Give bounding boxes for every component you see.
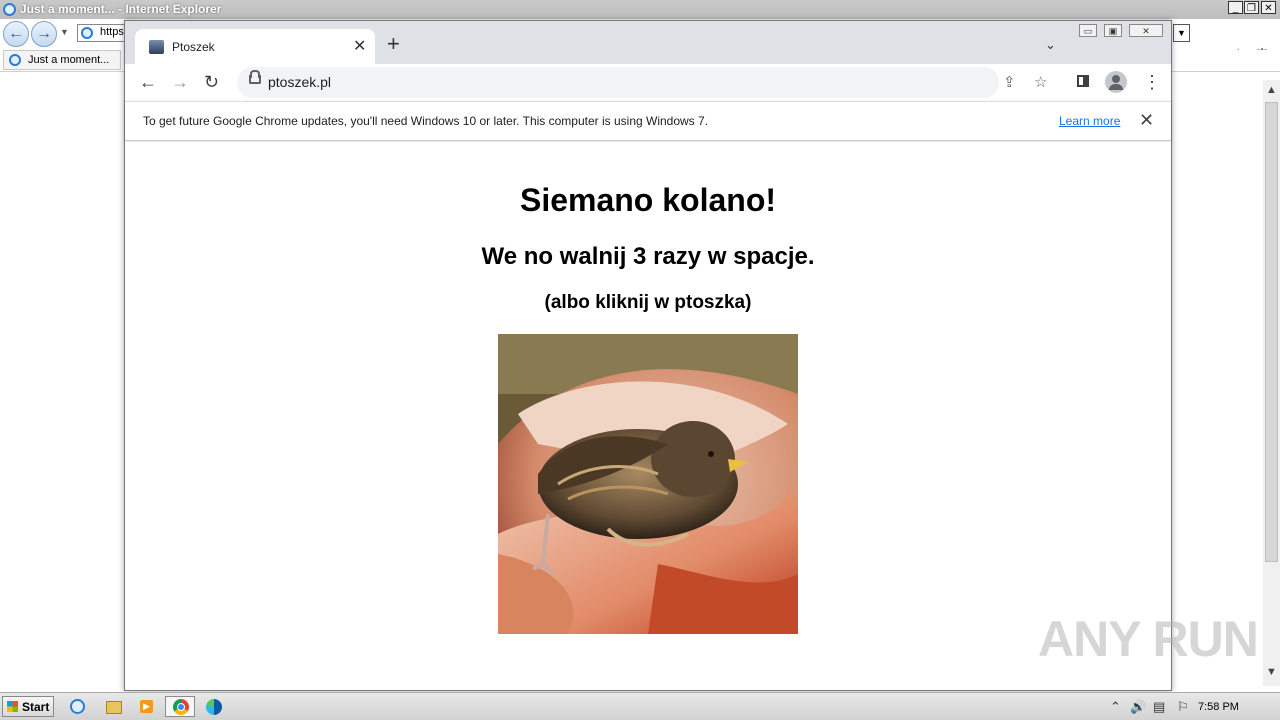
taskbar-clock[interactable]: 7:58 PM	[1198, 701, 1239, 713]
tab-title: Ptoszek	[172, 40, 215, 54]
ie-address-bar[interactable]: https:	[77, 24, 125, 42]
share-icon[interactable]: ⇪	[1003, 73, 1016, 91]
back-icon[interactable]: ←	[3, 21, 29, 47]
start-button[interactable]: Start	[2, 696, 54, 717]
chrome-toolbar: ← → ↻ ptoszek.pl ⇪ ☆ ⋮	[125, 64, 1171, 101]
page-subheading: We no walnij 3 razy w spacje.	[481, 243, 815, 270]
ie-tab-icon	[9, 54, 21, 66]
learn-more-link[interactable]: Learn more	[1059, 114, 1120, 128]
lock-icon[interactable]	[249, 75, 261, 84]
kebab-menu-icon[interactable]: ⋮	[1143, 72, 1161, 92]
tray-expand-icon[interactable]: ⌃	[1110, 699, 1121, 715]
chrome-maximize-button[interactable]: ▣	[1104, 24, 1122, 37]
chrome-window: Ptoszek ✕ + ⌄ ▭ ▣ ✕ ← → ↻ ptoszek.pl ⇪ ☆…	[124, 20, 1172, 691]
chrome-minimize-button[interactable]: ▭	[1079, 24, 1097, 37]
ie-page-icon	[81, 27, 93, 39]
page-content: Siemano kolano! We no walnij 3 razy w sp…	[125, 142, 1171, 690]
page-heading: Siemano kolano!	[519, 182, 777, 218]
dropdown-icon[interactable]: ▼	[60, 27, 69, 37]
bird-photo-illustration[interactable]	[498, 334, 798, 634]
taskbar-explorer-icon[interactable]	[97, 696, 127, 717]
chrome-tab[interactable]: Ptoszek ✕	[135, 29, 375, 64]
update-infobar: To get future Google Chrome updates, you…	[125, 101, 1171, 141]
ie-window-title: Just a moment... - Internet Explorer	[20, 2, 222, 16]
windows-logo-icon	[7, 701, 18, 712]
taskbar-ie-icon[interactable]	[62, 696, 92, 717]
forward-icon[interactable]: →	[31, 21, 57, 47]
ie-titlebar: Just a moment... - Internet Explorer _ ❐…	[0, 0, 1280, 20]
omnibox[interactable]: ptoszek.pl ⇪ ☆	[237, 67, 1047, 98]
back-arrow-icon[interactable]: ←	[139, 72, 157, 92]
address-dropdown-icon[interactable]: ▼	[1173, 24, 1190, 42]
ie-tab[interactable]: Just a moment...	[3, 50, 121, 70]
taskbar-media-player-icon[interactable]: ▶	[131, 696, 161, 717]
scroll-up-icon[interactable]: ▲	[1266, 84, 1277, 96]
start-label: Start	[22, 700, 50, 714]
infobar-message: To get future Google Chrome updates, you…	[143, 114, 709, 128]
bookmark-star-icon[interactable]: ☆	[1034, 73, 1047, 91]
new-tab-icon[interactable]: +	[387, 33, 400, 55]
restore-button[interactable]: ❐	[1244, 1, 1259, 14]
taskbar: Start ▶ ⌃ 🔊 ▤ ⚐ 7:58 PM	[0, 692, 1280, 720]
ie-tab-label: Just a moment...	[28, 54, 110, 66]
network-icon[interactable]: ▤	[1153, 699, 1165, 715]
anyrun-watermark: ANY RUN	[1038, 611, 1259, 667]
url-text[interactable]: ptoszek.pl	[268, 74, 331, 90]
scroll-down-icon[interactable]: ▼	[1266, 666, 1277, 678]
chrome-tabstrip: Ptoszek ✕ + ⌄ ▭ ▣ ✕	[125, 21, 1171, 64]
ie-address-text: https:	[100, 26, 125, 38]
taskbar-chrome-icon[interactable]	[165, 696, 195, 717]
bird-image[interactable]	[498, 334, 798, 634]
tab-close-icon[interactable]: ✕	[353, 36, 366, 56]
minimize-button[interactable]: _	[1228, 1, 1243, 14]
ie-icon	[3, 3, 16, 16]
forward-arrow-icon[interactable]: →	[171, 72, 189, 92]
taskbar-edge-icon[interactable]	[199, 696, 229, 717]
ie-scrollbar-thumb[interactable]	[1265, 102, 1278, 562]
tab-search-chevron-icon[interactable]: ⌄	[1045, 37, 1056, 53]
profile-avatar-icon[interactable]	[1105, 71, 1127, 93]
page-note: (albo kliknij w ptoszka)	[544, 292, 752, 313]
volume-icon[interactable]: 🔊	[1130, 699, 1146, 715]
tab-favicon-icon	[149, 40, 164, 54]
action-center-flag-icon[interactable]: ⚐	[1177, 699, 1189, 715]
infobar-close-icon[interactable]: ✕	[1139, 110, 1154, 131]
reload-icon[interactable]: ↻	[204, 72, 219, 92]
side-panel-icon[interactable]	[1077, 75, 1089, 87]
close-button[interactable]: ✕	[1261, 1, 1276, 14]
chrome-close-button[interactable]: ✕	[1129, 24, 1163, 37]
